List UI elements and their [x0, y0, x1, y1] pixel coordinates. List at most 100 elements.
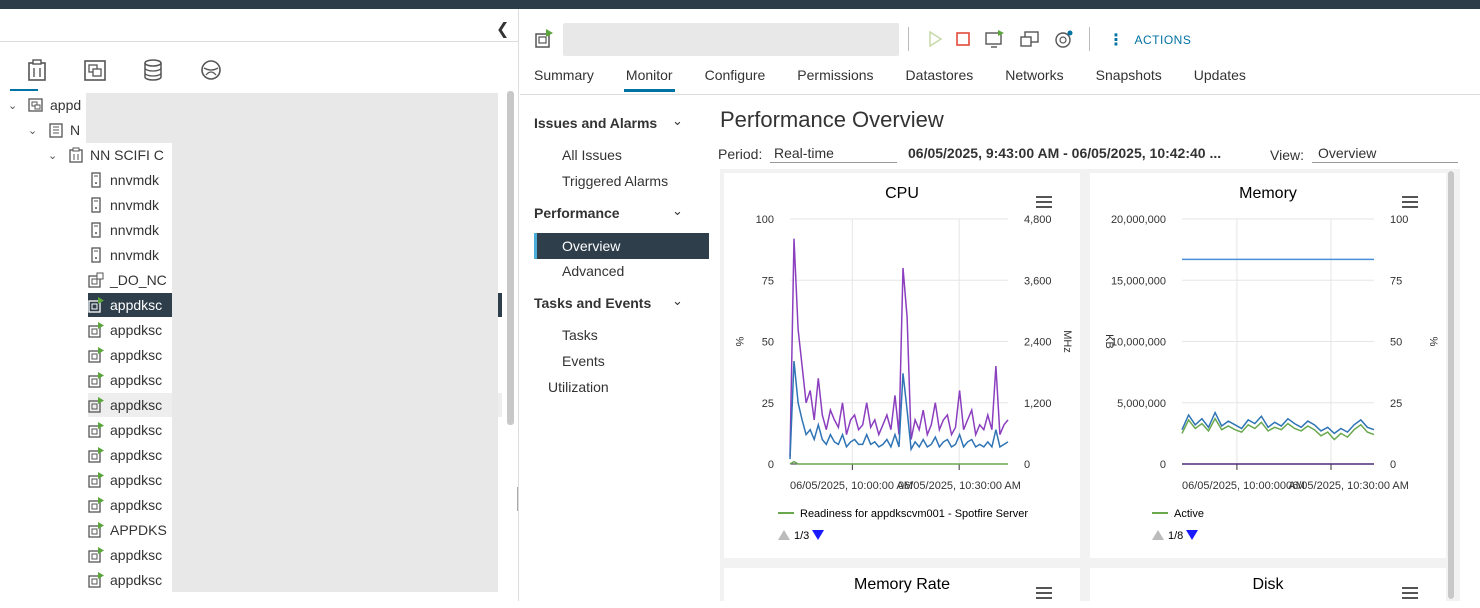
cluster-icon [68, 147, 84, 163]
vm-off-icon [88, 272, 104, 288]
nav-head-label: Tasks and Events [534, 295, 652, 311]
chart-title: Disk [1252, 576, 1284, 593]
chart-title: Memory Rate [853, 576, 951, 593]
redacted-block [172, 143, 498, 592]
tree-item-label: nnvmdk [110, 247, 160, 263]
y-tick-label: 15,000,000 [1111, 275, 1166, 287]
vm-on-icon [534, 29, 554, 54]
legend-label: Active [1174, 508, 1204, 520]
charts-area: CPU 100 4,800 75 3,600 50 2,400 25 1,200 0 0% MHz 0… [720, 169, 1460, 608]
launch-console-icon[interactable] [985, 30, 1004, 48]
vm-on-icon [88, 547, 104, 563]
y2-tick-label: 2,400 [1024, 337, 1052, 349]
tab-monitor[interactable]: Monitor [623, 67, 675, 92]
view-select[interactable]: Overview [1312, 145, 1458, 163]
object-name-redacted [563, 23, 899, 56]
tree-item-label: appdksc [110, 397, 163, 413]
nav-triggered-alarms[interactable]: Triggered Alarms [562, 173, 668, 189]
tab-summary[interactable]: Summary [534, 67, 594, 89]
legend-prev-icon [778, 530, 790, 540]
tabs-divider [520, 94, 1480, 95]
nav-issues-and-alarms[interactable]: Issues and Alarms ⌄ [534, 113, 683, 131]
memory-chart-card: Memory 20,000,000 100 15,000,000 75 10,000,0… [1090, 173, 1446, 558]
nav-overview[interactable]: Overview [534, 233, 709, 259]
chevron-down-icon[interactable]: ⌄ [48, 149, 62, 162]
nav-head-label: Issues and Alarms [534, 115, 658, 131]
y-tick-label: 0 [1160, 459, 1166, 471]
y-axis-label: KB [1103, 334, 1115, 349]
y2-tick-label: 0 [1024, 459, 1030, 471]
tree-scrollbar[interactable] [507, 91, 514, 425]
divider [0, 41, 518, 42]
tree-item-label: appdksc [110, 422, 163, 438]
power-off-icon[interactable] [954, 30, 972, 48]
nav-all-issues[interactable]: All Issues [562, 147, 622, 163]
vm-on-icon [88, 447, 104, 463]
migrate-icon[interactable] [1020, 30, 1039, 48]
y-tick-label: 20,000,000 [1111, 214, 1166, 226]
legend-next-icon [1186, 530, 1198, 540]
tree-item-label: appdksc [110, 572, 163, 588]
host-icon [88, 197, 104, 213]
chart-menu-icon[interactable] [1402, 587, 1418, 600]
y-tick-label: 5,000,000 [1117, 398, 1166, 410]
tab-snapshots[interactable]: Snapshots [1096, 67, 1162, 89]
tree-item-label: appdksc [110, 547, 163, 563]
panel-resize-handle[interactable] [517, 487, 518, 511]
vm-on-icon [88, 572, 104, 588]
tab-networks[interactable]: Networks [1005, 67, 1063, 89]
nav-utilization[interactable]: Utilization [548, 379, 609, 395]
series-line [1181, 410, 1375, 435]
inventory-tabs [8, 59, 240, 91]
tab-permissions[interactable]: Permissions [797, 67, 873, 89]
vcenter-icon [28, 97, 44, 113]
host-icon [88, 222, 104, 238]
chevron-down-icon[interactable]: ⌄ [8, 99, 22, 112]
vms-templates-icon[interactable] [66, 59, 124, 87]
cpu-chart-card: CPU 100 4,800 75 3,600 50 2,400 25 1,200 0 0% MHz 0… [724, 173, 1080, 558]
toolbar-separator [1089, 27, 1090, 51]
nav-performance[interactable]: Performance ⌄ [534, 203, 683, 221]
x-tick-label: 06/05/2025, 10:30:00 AM [1286, 480, 1409, 492]
power-on-icon[interactable] [926, 30, 944, 48]
tab-updates[interactable]: Updates [1194, 67, 1246, 89]
cpu-chart: 100 4,800 75 3,600 50 2,400 25 1,200 0 0% MHz 06/05… [733, 214, 1073, 542]
tree-item-label: _DO_NC [110, 272, 167, 288]
page-title: Performance Overview [720, 107, 944, 132]
tree-item-label: appdksc [110, 447, 163, 463]
chevron-left-icon[interactable]: ❮ [496, 19, 509, 39]
y-tick-label: 10,000,000 [1111, 337, 1166, 349]
y2-tick-label: 25 [1390, 398, 1402, 410]
snapshot-icon[interactable] [1054, 30, 1073, 48]
tree-item-label: NN SCIFI C [90, 147, 164, 163]
vm-on-icon [88, 297, 104, 313]
tab-datastores[interactable]: Datastores [906, 67, 974, 89]
tab-configure[interactable]: Configure [705, 67, 766, 89]
network-icon[interactable] [182, 59, 240, 87]
memory-chart: 20,000,000 100 15,000,000 75 10,000,000 50 5,0… [1103, 214, 1439, 542]
more-vertical-icon: ⋮ [1108, 32, 1125, 49]
tree-item-label: APPDKS [110, 522, 167, 538]
nav-tasks[interactable]: Tasks [562, 327, 598, 343]
period-select[interactable]: Real-time [770, 145, 897, 163]
y-axis-label: % [733, 337, 745, 347]
database-icon[interactable] [124, 59, 182, 87]
nav-tasks-and-events[interactable]: Tasks and Events ⌄ [534, 293, 683, 311]
y2-tick-label: 1,200 [1024, 398, 1052, 410]
top-header-bar [0, 0, 1480, 9]
tree-item-label: nnvmdk [110, 222, 160, 238]
actions-menu-button[interactable]: ⋮ ACTIONS [1108, 30, 1191, 50]
period-label: Period: [718, 146, 763, 162]
nav-advanced[interactable]: Advanced [562, 263, 624, 279]
chevron-down-icon[interactable]: ⌄ [28, 124, 42, 137]
chevron-down-icon: ⌄ [672, 113, 683, 128]
y2-tick-label: 3,600 [1024, 275, 1052, 287]
vm-on-icon [88, 347, 104, 363]
vm-on-icon [88, 372, 104, 388]
nav-events[interactable]: Events [562, 353, 605, 369]
hosts-clusters-icon[interactable] [8, 59, 66, 91]
y2-tick-label: 75 [1390, 275, 1402, 287]
view-label: View: [1270, 147, 1304, 163]
content-scrollbar[interactable] [1448, 171, 1454, 599]
chart-menu-icon[interactable] [1036, 587, 1052, 600]
